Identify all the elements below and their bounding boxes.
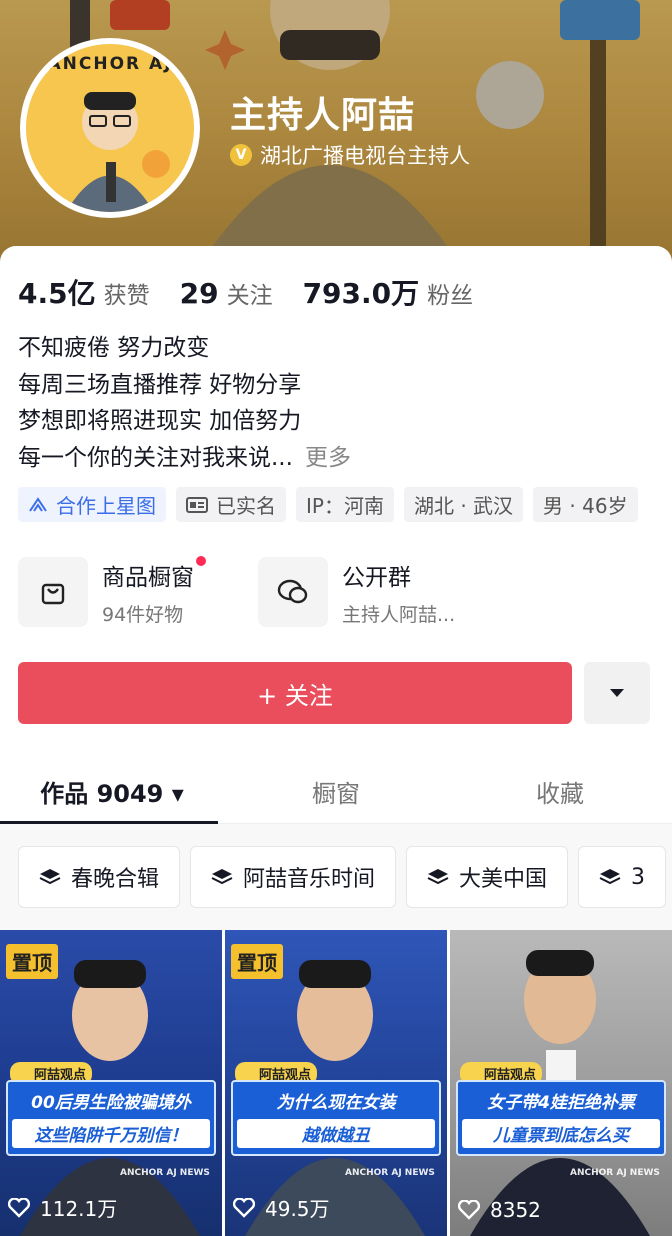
collection-chip[interactable]: 阿喆音乐时间 [190, 846, 397, 908]
bio-line-text: 每一个你的关注对我来说... [18, 444, 293, 471]
layers-icon [211, 869, 233, 885]
profile-bio: 不知疲倦 努力改变 每周三场直播推荐 好物分享 梦想即将照进现实 加倍努力 每一… [18, 330, 351, 476]
id-card-icon [186, 496, 208, 513]
stat-following[interactable]: 29 关注 [180, 276, 273, 310]
stat-label: 粉丝 [427, 283, 474, 309]
collection-label: 3 [631, 864, 646, 890]
service-title: 商品橱窗 [102, 555, 206, 592]
profile-tags: 合作上星图 已实名 IP：河南 湖北 · 武汉 男 · 46岁 [18, 487, 638, 522]
collection-chip[interactable]: 3 [578, 846, 667, 908]
group-chat-icon [258, 557, 328, 627]
stat-label: 获赞 [103, 283, 150, 309]
caption-line: 女子带4娃拒绝补票 [487, 1093, 635, 1113]
profile-stats: 4.5亿 获赞 29 关注 793.0万 粉丝 [18, 272, 503, 312]
service-showcase[interactable]: 商品橱窗 94件好物 [18, 555, 218, 627]
stat-likes[interactable]: 4.5亿 获赞 [18, 272, 150, 312]
verification-badge[interactable]: V 湖北广播电视台主持人 [230, 140, 470, 170]
bio-line: 梦想即将照进现实 加倍努力 [18, 408, 302, 434]
stat-number: 4.5亿 [18, 277, 96, 310]
follow-row: + 关注 [18, 662, 650, 724]
bio-more-link[interactable]: 更多 [305, 445, 351, 471]
collection-label: 阿喆音乐时间 [243, 867, 376, 892]
tab-favorites[interactable]: 收藏 [448, 760, 672, 823]
verification-text: 湖北广播电视台主持人 [260, 144, 470, 168]
avatar[interactable]: ANCHOR AJ [20, 38, 200, 218]
heart-icon [458, 1200, 480, 1220]
video-grid: 置顶 阿喆观点 00后男生险被骗境外 这些陷阱千万别信！ ANCHOR AJ N… [0, 930, 672, 1236]
video-thumbnail[interactable]: 置顶 阿喆观点 为什么现在女装 越做越丑 ANCHOR AJ NEWS 49.5… [225, 930, 447, 1236]
caption-box: 为什么现在女装 越做越丑 [231, 1080, 441, 1156]
tag-ip: IP：河南 [296, 487, 394, 522]
video-thumbnail[interactable]: 置顶 阿喆观点 00后男生险被骗境外 这些陷阱千万别信！ ANCHOR AJ N… [0, 930, 222, 1236]
layers-icon [39, 869, 61, 885]
stat-number: 29 [179, 277, 219, 310]
caption-line: 00后男生险被骗境外 [31, 1093, 191, 1113]
tag-label: 已实名 [216, 494, 276, 518]
collection-label: 大美中国 [459, 867, 548, 892]
profile-tabs: 作品 9049 ▾ 橱窗 收藏 [0, 760, 672, 824]
bio-line: 不知疲倦 努力改变 [18, 335, 210, 361]
layers-icon [599, 869, 621, 885]
tab-works[interactable]: 作品 9049 ▾ [0, 760, 224, 824]
caption-box: 女子带4娃拒绝补票 儿童票到底怎么买 [456, 1080, 666, 1156]
tag-verified-name[interactable]: 已实名 [176, 487, 286, 522]
bio-line: 每一个你的关注对我来说... 更多 [18, 440, 351, 477]
collection-chip[interactable]: 大美中国 [406, 846, 569, 908]
more-options-button[interactable] [584, 662, 650, 724]
news-watermark: ANCHOR AJ NEWS [120, 1168, 210, 1178]
tab-showcase[interactable]: 橱窗 [224, 760, 448, 823]
caption-line: 越做越丑 [237, 1119, 435, 1148]
caret-down-icon [610, 689, 624, 697]
shopping-bag-icon [18, 557, 88, 627]
layers-icon [427, 869, 449, 885]
bio-line: 每周三场直播推荐 好物分享 [18, 371, 302, 398]
service-subtitle: 94件好物 [102, 603, 184, 626]
caption-line: 为什么现在女装 [276, 1093, 396, 1113]
collections-bar: 春晚合辑 阿喆音乐时间 大美中国 3 [0, 824, 672, 930]
video-thumbnail[interactable]: 阿喆观点 女子带4娃拒绝补票 儿童票到底怎么买 ANCHOR AJ NEWS 8… [450, 930, 672, 1236]
stat-followers[interactable]: 793.0万 粉丝 [303, 272, 474, 312]
like-count: 112.1万 [8, 1193, 117, 1222]
avatar-logo-text: ANCHOR AJ [47, 54, 173, 74]
service-group-chat[interactable]: 公开群 主持人阿喆... [258, 557, 458, 627]
pinned-badge: 置顶 [231, 944, 283, 979]
like-count: 49.5万 [233, 1193, 330, 1222]
profile-services: 商品橱窗 94件好物 公开群 主持人阿喆... [18, 555, 458, 627]
heart-icon [8, 1197, 30, 1218]
verified-icon: V [230, 144, 252, 166]
tag-label: 合作上星图 [56, 494, 156, 518]
news-watermark: ANCHOR AJ NEWS [570, 1168, 660, 1178]
collection-chip[interactable]: 春晚合辑 [18, 846, 181, 908]
stat-label: 关注 [226, 283, 273, 309]
collection-label: 春晚合辑 [71, 867, 160, 892]
tag-gender-age: 男 · 46岁 [533, 487, 638, 522]
heart-icon [233, 1197, 255, 1218]
profile-name: 主持人阿喆 [230, 95, 416, 136]
news-watermark: ANCHOR AJ NEWS [345, 1168, 435, 1178]
pinned-badge: 置顶 [6, 944, 58, 979]
tag-location: 湖北 · 武汉 [403, 487, 524, 522]
caption-line: 儿童票到底怎么买 [462, 1119, 660, 1148]
stat-number: 793.0万 [302, 277, 420, 310]
service-subtitle: 主持人阿喆... [342, 603, 456, 626]
star-chart-icon [29, 496, 47, 512]
follow-button[interactable]: + 关注 [18, 662, 572, 724]
tag-star-chart[interactable]: 合作上星图 [18, 487, 166, 522]
caption-box: 00后男生险被骗境外 这些陷阱千万别信！ [6, 1080, 216, 1156]
service-title: 公开群 [342, 564, 411, 591]
like-count: 8352 [458, 1198, 541, 1222]
caption-line: 这些陷阱千万别信！ [12, 1119, 210, 1148]
notification-dot [196, 555, 206, 566]
